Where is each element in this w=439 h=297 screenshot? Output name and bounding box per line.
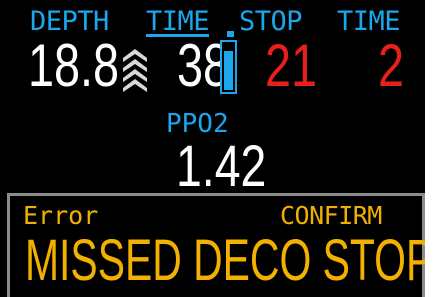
dive-computer-screen: DEPTH TIME STOP TIME 18.8 38 21 2 PPO2 1… — [0, 0, 439, 297]
ascent-rate-icon — [123, 49, 147, 92]
ppo2-value: 1.42 — [176, 134, 267, 199]
alert-message: MISSED DECO STOP — [25, 228, 434, 293]
battery-icon — [220, 40, 237, 94]
battery-level-fill — [224, 51, 233, 90]
depth-value: 18.8 — [28, 32, 120, 99]
stop-depth-value: 21 — [265, 32, 318, 99]
stop-time-label: TIME — [337, 6, 401, 37]
dive-time-label: TIME — [146, 6, 210, 37]
stop-depth-label: STOP — [239, 6, 303, 37]
stop-time-value: 2 — [378, 32, 405, 99]
depth-label: DEPTH — [30, 6, 109, 37]
screen-edge — [425, 0, 439, 297]
confirm-button[interactable]: CONFIRM — [280, 203, 382, 228]
alert-type-label: Error — [23, 201, 99, 230]
